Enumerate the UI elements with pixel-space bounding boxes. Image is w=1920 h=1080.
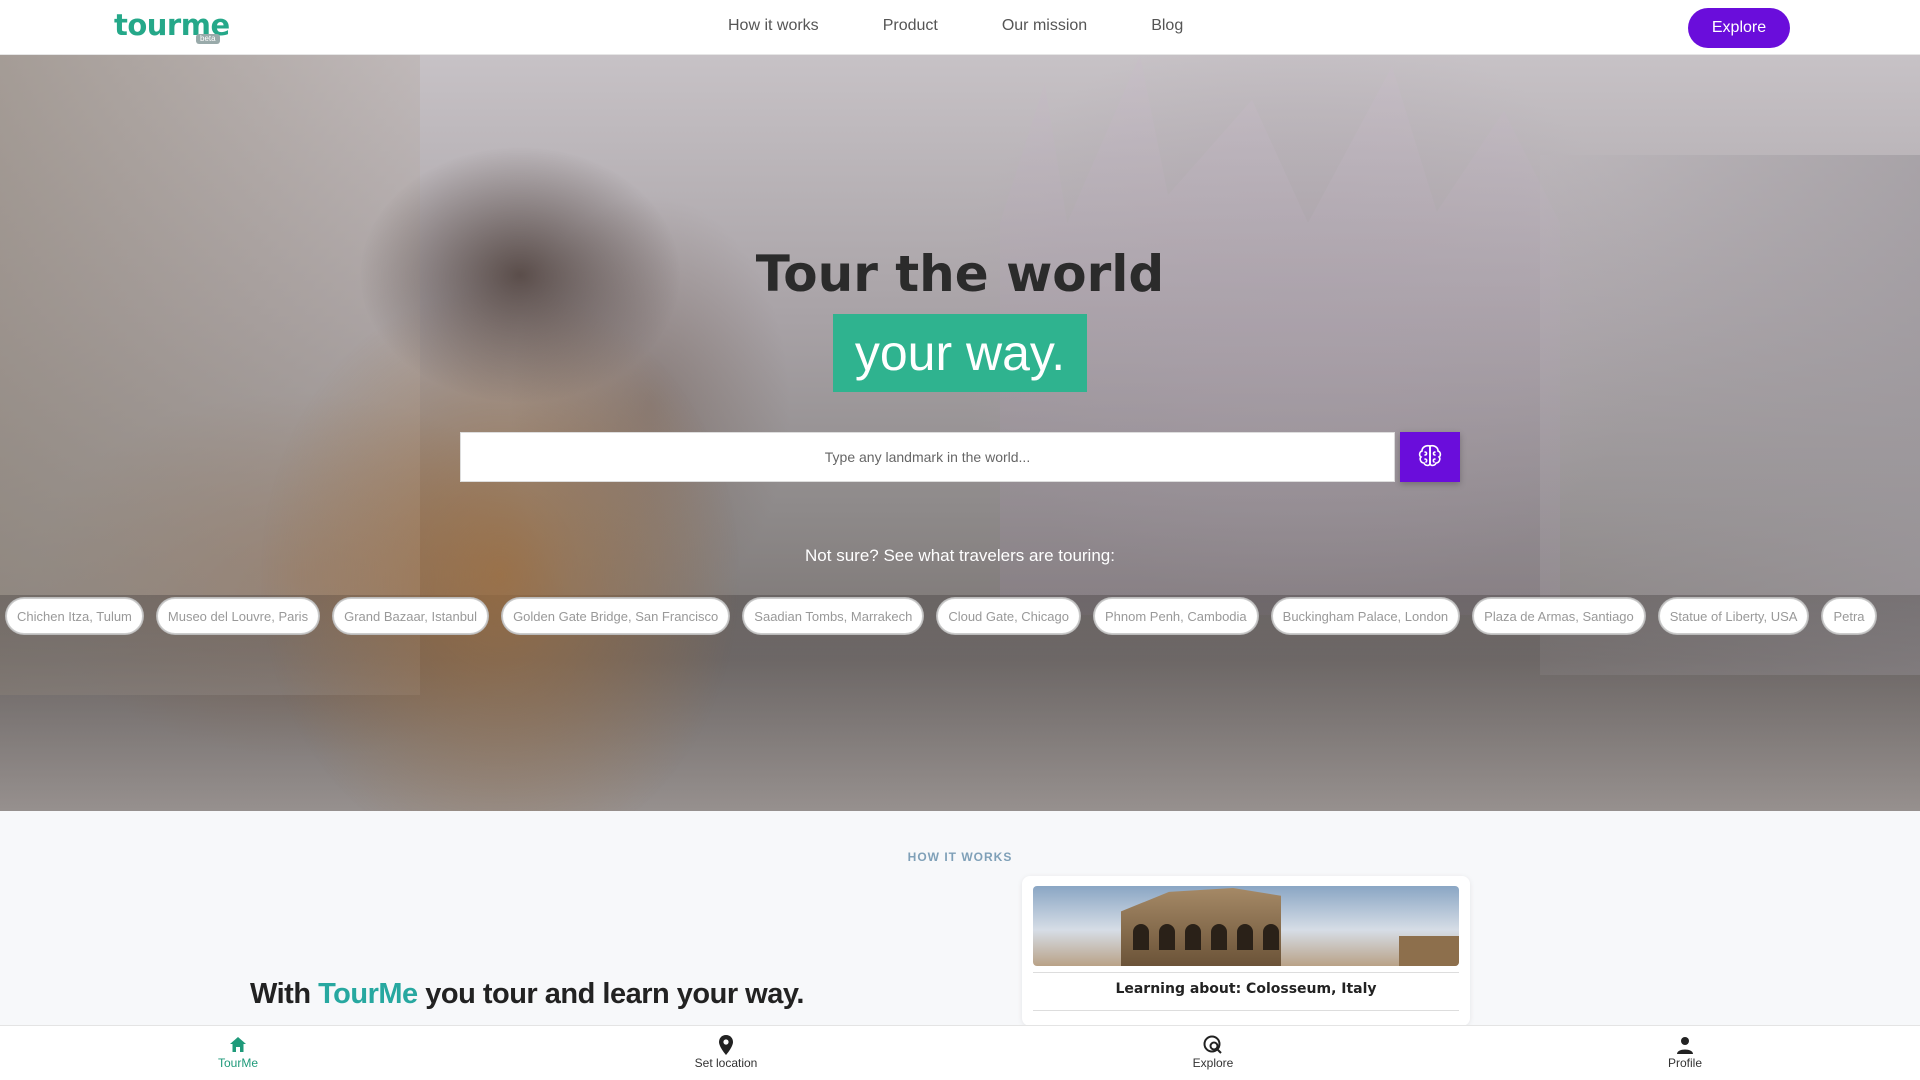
colosseum-arches xyxy=(1133,924,1279,950)
tour-preview-card: Learning about: Colosseum, Italy xyxy=(1022,876,1470,1026)
heading-brand: TourMe xyxy=(318,978,418,1010)
bottom-nav-label: Profile xyxy=(1667,1056,1702,1070)
bottom-navigation: TourMe Set location Explore Profile xyxy=(0,1025,1920,1080)
chip-louvre[interactable]: Museo del Louvre, Paris xyxy=(156,598,320,634)
bottom-nav-profile[interactable]: Profile xyxy=(1615,1034,1755,1070)
ai-search-button[interactable] xyxy=(1400,432,1460,482)
ruins-shape xyxy=(1399,936,1459,966)
hero-subtitle-highlight: your way. xyxy=(833,314,1087,392)
chip-statue-of-liberty[interactable]: Statue of Liberty, USA xyxy=(1658,598,1809,634)
how-it-works-heading: With TourMe you tour and learn your way. xyxy=(250,978,804,1011)
suggestions-prompt: Not sure? See what travelers are touring… xyxy=(805,546,1115,565)
chip-saadian-tombs[interactable]: Saadian Tombs, Marrakech xyxy=(743,598,924,634)
hero-subtitle: your way. xyxy=(854,325,1066,381)
colosseum-image xyxy=(1033,886,1459,966)
landmark-suggestion-chips: Chichen Itza, Tulum Museo del Louvre, Pa… xyxy=(6,598,1876,634)
nav-blog[interactable]: Blog xyxy=(1151,17,1183,35)
bottom-nav-tourme[interactable]: TourMe xyxy=(168,1034,308,1070)
hero-section: Tour the world your way. Not sure? See w… xyxy=(0,55,1920,811)
bottom-nav-set-location[interactable]: Set location xyxy=(656,1034,796,1070)
nav-our-mission[interactable]: Our mission xyxy=(1002,17,1087,35)
chip-plaza-de-armas[interactable]: Plaza de Armas, Santiago xyxy=(1473,598,1645,634)
explore-button[interactable]: Explore xyxy=(1688,8,1790,48)
card-divider xyxy=(1033,1010,1459,1011)
chip-chichen-itza[interactable]: Chichen Itza, Tulum xyxy=(6,598,143,634)
chip-cloud-gate[interactable]: Cloud Gate, Chicago xyxy=(937,598,1080,634)
brain-icon xyxy=(1416,442,1444,473)
beta-badge: beta xyxy=(196,34,220,44)
heading-suffix: you tour and learn your way. xyxy=(417,978,804,1010)
nav-how-it-works[interactable]: How it works xyxy=(728,17,819,35)
chip-petra[interactable]: Petra xyxy=(1822,598,1876,634)
nav-product[interactable]: Product xyxy=(883,17,938,35)
chip-buckingham-palace[interactable]: Buckingham Palace, London xyxy=(1271,598,1460,634)
chip-grand-bazaar[interactable]: Grand Bazaar, Istanbul xyxy=(333,598,489,634)
chip-phnom-penh[interactable]: Phnom Penh, Cambodia xyxy=(1094,598,1258,634)
bottom-nav-explore[interactable]: Explore xyxy=(1143,1034,1283,1070)
bottom-nav-label: TourMe xyxy=(217,1056,258,1070)
home-icon xyxy=(168,1034,308,1056)
hero-title: Tour the world xyxy=(755,245,1165,303)
card-divider xyxy=(1033,972,1459,973)
landmark-search-input[interactable] xyxy=(460,432,1395,482)
bottom-nav-label: Explore xyxy=(1192,1056,1234,1070)
top-header: tourme beta How it works Product Our mis… xyxy=(0,0,1920,55)
chip-golden-gate[interactable]: Golden Gate Bridge, San Francisco xyxy=(502,598,730,634)
heading-prefix: With xyxy=(250,978,319,1010)
card-title: Learning about: Colosseum, Italy xyxy=(1115,981,1377,997)
bottom-nav-label: Set location xyxy=(694,1056,758,1070)
explore-search-icon xyxy=(1143,1034,1283,1056)
person-icon xyxy=(1615,1034,1755,1056)
main-nav: How it works Product Our mission Blog xyxy=(728,17,1183,35)
how-it-works-label: HOW IT WORKS xyxy=(907,850,1013,864)
location-pin-icon xyxy=(656,1034,796,1056)
